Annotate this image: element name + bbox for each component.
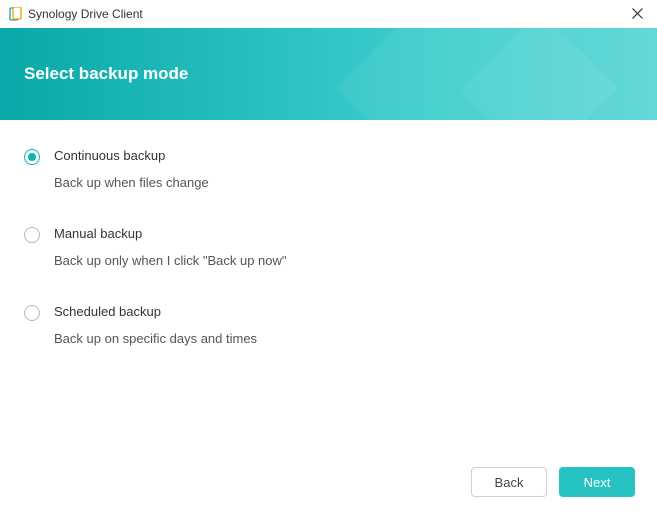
page-title: Select backup mode: [24, 64, 188, 84]
radio-continuous[interactable]: [24, 149, 40, 165]
option-text: Scheduled backup Back up on specific day…: [54, 304, 633, 346]
radio-manual[interactable]: [24, 227, 40, 243]
option-manual: Manual backup Back up only when I click …: [24, 226, 633, 268]
option-scheduled: Scheduled backup Back up on specific day…: [24, 304, 633, 346]
title-left: Synology Drive Client: [8, 7, 143, 21]
content-area: Continuous backup Back up when files cha…: [0, 120, 657, 346]
app-icon: [8, 7, 22, 21]
back-button[interactable]: Back: [471, 467, 547, 497]
close-icon[interactable]: [628, 5, 647, 24]
header-banner: Select backup mode: [0, 28, 657, 120]
option-continuous: Continuous backup Back up when files cha…: [24, 148, 633, 190]
option-desc-continuous: Back up when files change: [54, 175, 633, 190]
option-label-continuous[interactable]: Continuous backup: [54, 148, 633, 163]
footer: Back Next: [471, 467, 635, 497]
option-text: Continuous backup Back up when files cha…: [54, 148, 633, 190]
app-title: Synology Drive Client: [28, 7, 143, 21]
option-desc-scheduled: Back up on specific days and times: [54, 331, 633, 346]
next-button[interactable]: Next: [559, 467, 635, 497]
option-label-scheduled[interactable]: Scheduled backup: [54, 304, 633, 319]
option-label-manual[interactable]: Manual backup: [54, 226, 633, 241]
title-bar: Synology Drive Client: [0, 0, 657, 28]
option-desc-manual: Back up only when I click "Back up now": [54, 253, 633, 268]
radio-scheduled[interactable]: [24, 305, 40, 321]
option-text: Manual backup Back up only when I click …: [54, 226, 633, 268]
